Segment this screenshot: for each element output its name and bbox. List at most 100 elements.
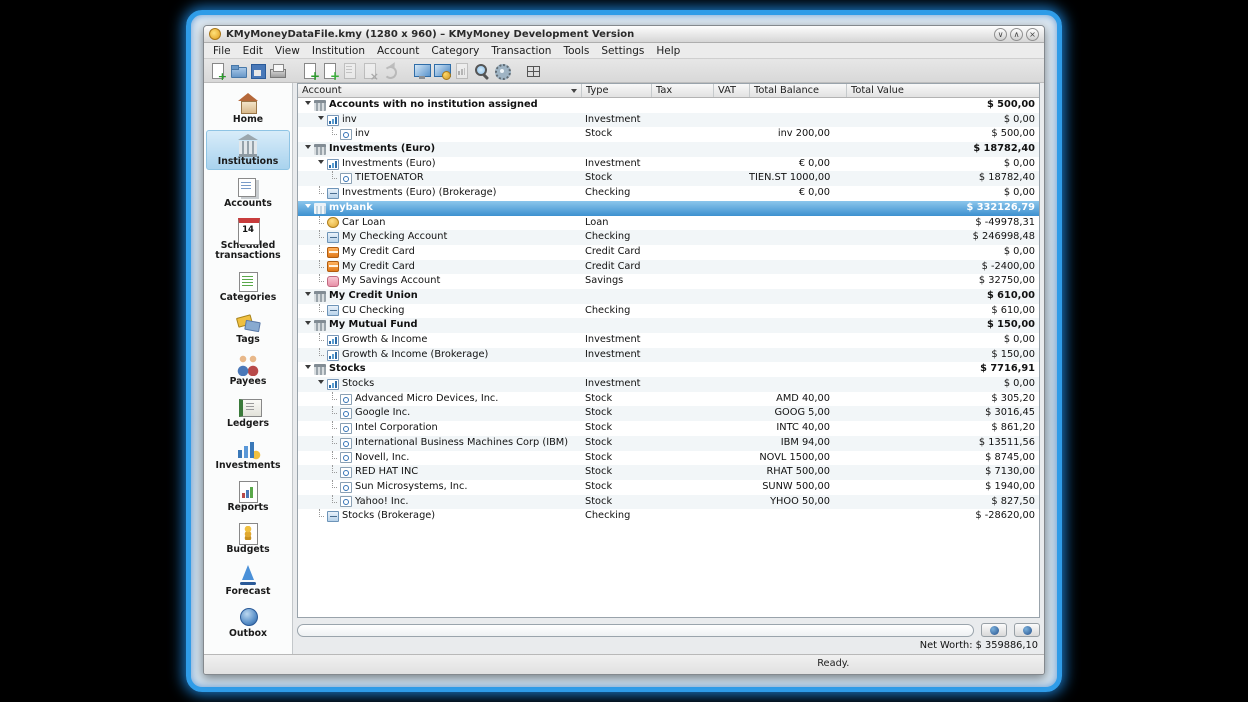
sidebar-item-tags[interactable]: Tags: [206, 308, 290, 348]
account-row[interactable]: Advanced Micro Devices, Inc.StockAMD 40,…: [298, 392, 1039, 407]
expander-icon[interactable]: [302, 362, 313, 377]
calendar-day-label: 14: [238, 225, 258, 235]
progress-button-right[interactable]: [1014, 623, 1040, 637]
investments-view-button-icon[interactable]: [433, 62, 451, 80]
menu-category[interactable]: Category: [425, 44, 485, 58]
account-row[interactable]: Growth & Income (Brokerage)Investment$ 1…: [298, 348, 1039, 363]
tree-branch-icon: [328, 436, 339, 451]
account-row[interactable]: CU CheckingChecking$ 610,00: [298, 304, 1039, 319]
account-name: My Credit Union: [329, 289, 418, 304]
account-row[interactable]: Investments (Euro) (Brokerage)Checking€ …: [298, 186, 1039, 201]
column-header-total-balance[interactable]: Total Balance: [749, 84, 846, 97]
sidebar-item-ledgers[interactable]: Ledgers: [206, 392, 290, 432]
expander-icon[interactable]: [302, 142, 313, 157]
expander-icon[interactable]: [302, 98, 313, 113]
account-row[interactable]: invInvestment$ 0,00: [298, 113, 1039, 128]
delete-button-icon: [361, 62, 379, 80]
sidebar-item-institutions[interactable]: Institutions: [206, 130, 290, 170]
menu-institution[interactable]: Institution: [306, 44, 371, 58]
account-row[interactable]: RED HAT INCStockRHAT 500,00$ 7130,00: [298, 465, 1039, 480]
expander-icon[interactable]: [302, 289, 313, 304]
account-row[interactable]: My Savings AccountSavings$ 32750,00: [298, 274, 1039, 289]
type-cell: Credit Card: [581, 245, 651, 260]
new-file-button-icon[interactable]: [209, 62, 227, 80]
sidebar-item-payees[interactable]: Payees: [206, 350, 290, 390]
grid-view-button-icon[interactable]: [525, 62, 543, 80]
type-cell: Investment: [581, 377, 651, 392]
account-row[interactable]: My Credit Union$ 610,00: [298, 289, 1039, 304]
sidebar-item-home[interactable]: Home: [206, 88, 290, 128]
account-row[interactable]: StocksInvestment$ 0,00: [298, 377, 1039, 392]
shade-button[interactable]: ∨: [994, 28, 1007, 41]
account-row[interactable]: International Business Machines Corp (IB…: [298, 436, 1039, 451]
menu-transaction[interactable]: Transaction: [485, 44, 557, 58]
ledger-view-button-icon[interactable]: [413, 62, 431, 80]
account-row[interactable]: Intel CorporationStockINTC 40,00$ 861,20: [298, 421, 1039, 436]
menu-help[interactable]: Help: [650, 44, 686, 58]
account-row[interactable]: Google Inc.StockGOOG 5,00$ 3016,45: [298, 406, 1039, 421]
sidebar-item-scheduled-transactions[interactable]: 14Scheduled transactions: [206, 214, 290, 264]
account-row[interactable]: mybank$ 332126,79: [298, 201, 1039, 216]
account-row[interactable]: My Credit CardCredit Card$ -2400,00: [298, 260, 1039, 275]
column-header-vat[interactable]: VAT: [713, 84, 749, 97]
total-value-cell: $ 1940,00: [846, 480, 1039, 495]
close-button[interactable]: ×: [1026, 28, 1039, 41]
new-account-button-icon[interactable]: [321, 62, 339, 80]
sort-indicator-icon: [571, 89, 577, 93]
sidebar-item-budgets[interactable]: Budgets: [206, 518, 290, 558]
account-row[interactable]: My Checking AccountChecking$ 246998,48: [298, 230, 1039, 245]
menu-settings[interactable]: Settings: [595, 44, 650, 58]
sidebar-item-investments[interactable]: Investments: [206, 434, 290, 474]
sidebar-item-reports[interactable]: Reports: [206, 476, 290, 516]
column-header-type[interactable]: Type: [581, 84, 651, 97]
account-name: My Savings Account: [342, 274, 440, 289]
account-row[interactable]: Stocks$ 7716,91: [298, 362, 1039, 377]
account-row[interactable]: Car LoanLoan$ -49978,31: [298, 216, 1039, 231]
type-cell: Investment: [581, 333, 651, 348]
account-row[interactable]: Investments (Euro)$ 18782,40: [298, 142, 1039, 157]
stock-icon: [340, 423, 352, 434]
account-row[interactable]: TIETOENATORStockTIEN.ST 1000,00$ 18782,4…: [298, 171, 1039, 186]
column-header-total-value[interactable]: Total Value: [846, 84, 1039, 97]
account-row[interactable]: Stocks (Brokerage)Checking$ -28620,00: [298, 509, 1039, 524]
account-row[interactable]: Yahoo! Inc.StockYHOO 50,00$ 827,50: [298, 495, 1039, 510]
menu-view[interactable]: View: [269, 44, 306, 58]
expander-icon[interactable]: [302, 318, 313, 333]
account-row[interactable]: Novell, Inc.StockNOVL 1500,00$ 8745,00: [298, 451, 1039, 466]
sidebar-item-accounts[interactable]: Accounts: [206, 172, 290, 212]
progress-button-left[interactable]: [981, 623, 1007, 637]
account-row[interactable]: My Credit CardCredit Card$ 0,00: [298, 245, 1039, 260]
menu-file[interactable]: File: [207, 44, 237, 58]
sidebar-item-forecast[interactable]: Forecast: [206, 560, 290, 600]
restore-button[interactable]: ∧: [1010, 28, 1023, 41]
expander-icon[interactable]: [315, 113, 326, 128]
find-transaction-button-icon[interactable]: [473, 62, 491, 80]
account-cell: My Savings Account: [298, 274, 581, 289]
save-button-icon[interactable]: [249, 62, 267, 80]
menu-account[interactable]: Account: [371, 44, 425, 58]
expander-icon[interactable]: [302, 201, 313, 216]
account-row[interactable]: Sun Microsystems, Inc.StockSUNW 500,00$ …: [298, 480, 1039, 495]
sidebar-item-categories[interactable]: Categories: [206, 266, 290, 306]
expander-icon[interactable]: [315, 377, 326, 392]
account-row[interactable]: Growth & IncomeInvestment$ 0,00: [298, 333, 1039, 348]
status-ready-label: Ready.: [817, 658, 849, 669]
column-header-account[interactable]: Account: [298, 84, 581, 97]
menu-edit[interactable]: Edit: [237, 44, 269, 58]
account-row[interactable]: My Mutual Fund$ 150,00: [298, 318, 1039, 333]
account-row[interactable]: Accounts with no institution assigned$ 5…: [298, 98, 1039, 113]
open-file-button-icon[interactable]: [229, 62, 247, 80]
account-row[interactable]: Investments (Euro)Investment€ 0,00$ 0,00: [298, 157, 1039, 172]
account-row[interactable]: invStockinv 200,00$ 500,00: [298, 127, 1039, 142]
new-institution-button-icon[interactable]: [301, 62, 319, 80]
menu-tools[interactable]: Tools: [557, 44, 595, 58]
column-header-tax[interactable]: Tax: [651, 84, 713, 97]
account-name: Growth & Income (Brokerage): [342, 348, 488, 363]
expander-icon[interactable]: [315, 157, 326, 172]
home-icon: [235, 92, 261, 114]
titlebar[interactable]: KMyMoneyDataFile.kmy (1280 x 960) – KMyM…: [204, 26, 1044, 43]
print-button-icon[interactable]: [269, 62, 287, 80]
update-prices-button-icon[interactable]: [493, 62, 511, 80]
account-cell: inv: [298, 127, 581, 142]
sidebar-item-outbox[interactable]: Outbox: [206, 602, 290, 642]
